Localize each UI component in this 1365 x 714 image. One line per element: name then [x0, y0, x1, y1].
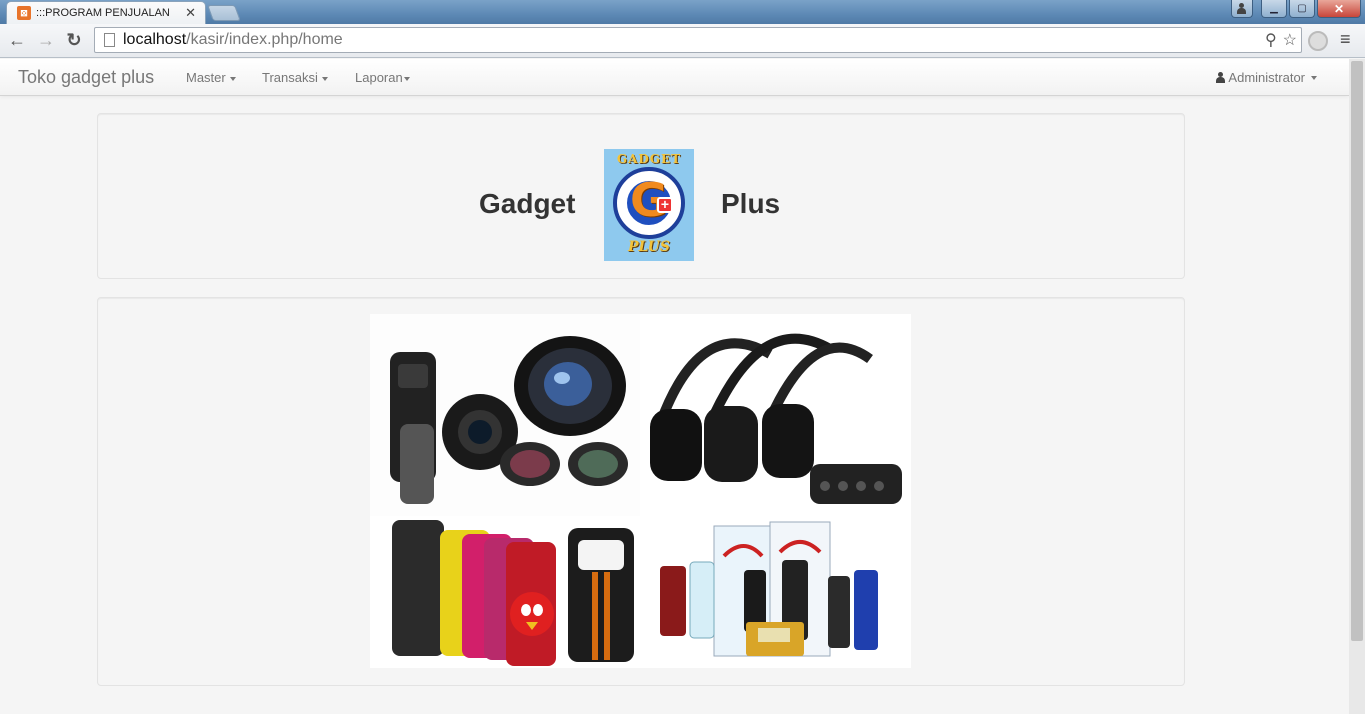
navbar-brand[interactable]: Toko gadget plus	[18, 67, 154, 88]
hero-panel: Gadget GADGET G + PLUS Plus	[97, 113, 1185, 279]
search-icon[interactable]: ⚲	[1265, 30, 1277, 50]
minimize-button[interactable]: ▁	[1261, 0, 1287, 18]
page-viewport: Toko gadget plus Master Transaksi Lapora…	[0, 59, 1349, 714]
back-icon[interactable]: ←	[6, 30, 28, 50]
nav-item-user[interactable]: Administrator	[1215, 70, 1317, 85]
reload-icon[interactable]: ↻	[63, 30, 85, 50]
nav-item-transaksi[interactable]: Transaksi	[262, 70, 328, 85]
phone-cases-svg	[370, 516, 640, 668]
new-tab-button[interactable]	[207, 5, 241, 21]
power-bank-image	[640, 516, 911, 668]
favicon-icon: ⊠	[17, 6, 31, 20]
url-text[interactable]: localhost/kasir/index.php/home	[123, 31, 343, 49]
wireless-headphones-image	[640, 314, 911, 516]
top-navbar: Toko gadget plus Master Transaksi Lapora…	[0, 59, 1349, 96]
caret-down-icon	[229, 76, 236, 81]
gadget-plus-logo: GADGET G + PLUS	[604, 149, 694, 261]
user-icon	[1236, 3, 1247, 14]
extension-icon[interactable]	[1308, 31, 1328, 51]
omnibox-actions: ⚲ ☆	[1265, 30, 1297, 50]
user-icon	[1215, 72, 1226, 83]
vertical-scrollbar[interactable]	[1349, 59, 1365, 714]
browser-toolbar: ← → ↻ localhost/kasir/index.php/home ⚲ ☆…	[0, 24, 1365, 58]
caret-down-icon	[321, 76, 328, 81]
window-controls: ▁ ▢ ✕	[1231, 0, 1361, 18]
forward-icon[interactable]: →	[35, 30, 57, 50]
caret-down-icon	[403, 76, 410, 81]
nav-item-master[interactable]: Master	[186, 70, 236, 85]
product-collage	[370, 314, 911, 668]
address-bar[interactable]: localhost/kasir/index.php/home ⚲ ☆	[94, 27, 1302, 53]
profile-icon[interactable]	[1231, 0, 1253, 18]
maximize-button[interactable]: ▢	[1289, 0, 1315, 18]
browser-tab[interactable]: ⊠ :::PROGRAM PENJUALAN ✕	[6, 1, 206, 24]
tab-title: :::PROGRAM PENJUALAN	[36, 7, 170, 19]
camera-lens-kit-image	[370, 314, 640, 516]
hero-left-word: Gadget	[479, 188, 576, 219]
caret-down-icon	[1311, 75, 1317, 80]
star-icon[interactable]: ☆	[1283, 30, 1297, 50]
lens-kit-svg	[370, 314, 640, 516]
phone-cases-image	[370, 516, 640, 668]
close-window-button[interactable]: ✕	[1317, 0, 1361, 18]
headphones-svg	[640, 314, 911, 516]
page-icon	[104, 33, 115, 47]
menu-icon[interactable]: ≡	[1340, 29, 1351, 50]
window-titlebar: ⊠ :::PROGRAM PENJUALAN ✕ ▁ ▢ ✕	[0, 0, 1365, 24]
nav-item-laporan[interactable]: Laporan	[355, 70, 410, 85]
tab-close-icon[interactable]: ✕	[185, 5, 196, 21]
hero-right-word: Plus	[721, 188, 781, 219]
product-panel	[97, 297, 1185, 686]
scrollbar-thumb[interactable]	[1351, 61, 1363, 641]
power-bank-svg	[640, 516, 911, 668]
